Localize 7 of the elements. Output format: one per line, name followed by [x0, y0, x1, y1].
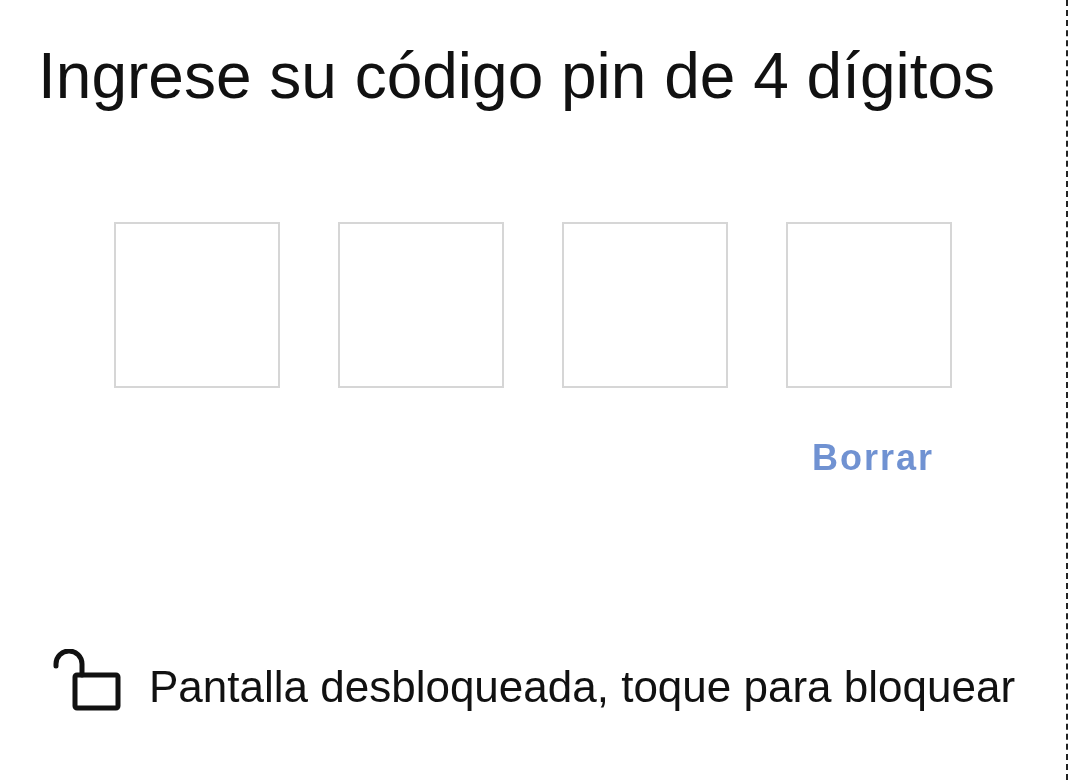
pin-digit-field[interactable] [338, 222, 504, 388]
pin-digit-field[interactable] [114, 222, 280, 388]
page-title: Ingrese su código pin de 4 dígitos [38, 39, 996, 114]
pin-digit-field[interactable] [562, 222, 728, 388]
unlocked-padlock-icon[interactable] [53, 649, 121, 711]
pin-digit-field[interactable] [786, 222, 952, 388]
lock-status-text[interactable]: Pantalla desbloqueada, toque para bloquear [149, 661, 1016, 713]
